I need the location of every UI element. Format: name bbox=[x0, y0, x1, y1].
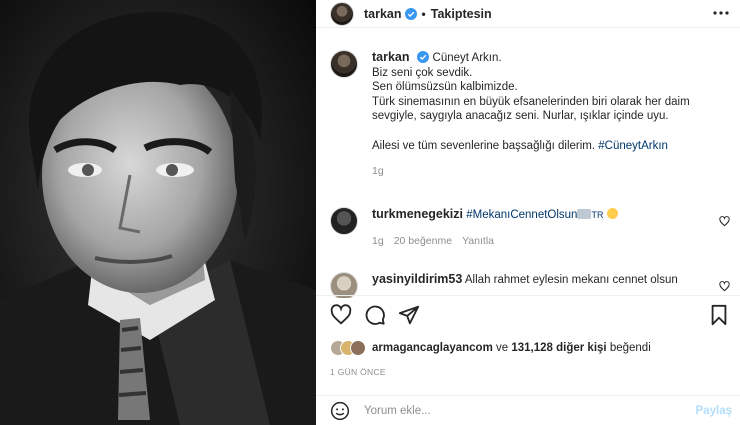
author-username[interactable]: tarkan bbox=[364, 7, 402, 21]
commenter-avatar[interactable] bbox=[330, 207, 358, 235]
likes-connector: ve bbox=[492, 342, 512, 354]
caption-age[interactable]: 1g bbox=[372, 164, 690, 179]
caption-line: sevgiyle, saygıyla anacağız seni. Nurlar… bbox=[372, 110, 669, 123]
follow-status[interactable]: Takiptesin bbox=[431, 7, 492, 21]
post-caption: tarkan Cüneyt Arkın. Biz seni çok sevdik.… bbox=[330, 50, 730, 179]
more-horizontal-icon[interactable] bbox=[712, 7, 730, 19]
likes-text: armagancaglayancom ve 131,128 diğer kişi… bbox=[372, 342, 651, 354]
comment-item: turkmenegekizi #MekanıCennetOlsun TR 1g 2… bbox=[330, 207, 734, 248]
comment-input[interactable] bbox=[364, 404, 664, 417]
liker-avatar bbox=[350, 340, 366, 356]
caption-body: tarkan Cüneyt Arkın. Biz seni çok sevdik.… bbox=[372, 50, 690, 179]
author-avatar[interactable] bbox=[330, 1, 354, 26]
verified-badge-icon bbox=[416, 51, 429, 63]
post-photo[interactable] bbox=[0, 0, 316, 425]
caption-author-username[interactable]: tarkan bbox=[372, 50, 410, 64]
caption-closing-text: Ailesi ve tüm sevenlerine başsağlığı dil… bbox=[372, 139, 596, 152]
caption-line: Cüneyt Arkın. bbox=[432, 52, 502, 64]
caption-line: Biz seni çok sevdik. bbox=[372, 66, 473, 79]
comment-age[interactable]: 1g bbox=[372, 234, 384, 248]
comment-likes[interactable]: 20 beğenme bbox=[394, 234, 452, 248]
reply-button[interactable]: Yanıtla bbox=[462, 234, 494, 248]
commenter-username[interactable]: turkmenegekizi bbox=[372, 207, 463, 221]
comment-body: turkmenegekizi #MekanıCennetOlsun TR 1g 2… bbox=[372, 207, 734, 248]
caption-author-avatar[interactable] bbox=[330, 50, 358, 78]
post-date[interactable]: 1 GÜN ÖNCE bbox=[330, 367, 386, 377]
emoji-smile-icon[interactable] bbox=[330, 401, 350, 421]
add-comment-bar: Paylaş bbox=[316, 395, 740, 425]
caption-hashtag-link[interactable]: #CüneytArkın bbox=[598, 140, 668, 152]
likes-suffix: beğendi bbox=[606, 342, 651, 354]
actions-divider bbox=[316, 295, 740, 296]
comment-like-heart-icon[interactable] bbox=[719, 216, 730, 227]
post-comment-button[interactable]: Paylaş bbox=[696, 405, 732, 417]
caption-line: Sen ölümsüzsün kalbimizde. bbox=[372, 81, 518, 94]
people-emoji-icon bbox=[577, 209, 592, 219]
comment-text: Allah rahmet eylesin mekanı cennet olsun bbox=[464, 274, 678, 286]
comment-like-heart-icon[interactable] bbox=[719, 281, 730, 292]
comment-meta: 1g 20 beğenme Yanıtla bbox=[372, 234, 734, 248]
post-detail-panel: tarkan • Takiptesin tarkan Cüneyt Arkın. … bbox=[316, 0, 740, 425]
share-send-icon[interactable] bbox=[398, 304, 420, 326]
commenter-username[interactable]: yasinyildirim53 bbox=[372, 272, 462, 286]
verified-badge-icon bbox=[404, 7, 417, 20]
like-heart-icon[interactable] bbox=[330, 304, 352, 326]
likes-summary: armagancaglayancom ve 131,128 diğer kişi… bbox=[330, 340, 651, 356]
save-bookmark-icon[interactable] bbox=[708, 304, 730, 326]
comment-hashtag-link[interactable]: #MekanıCennetOlsun bbox=[466, 209, 577, 221]
smiling-face-emoji-icon bbox=[606, 208, 618, 219]
comment-bubble-icon[interactable] bbox=[364, 304, 386, 326]
post-actions bbox=[330, 298, 730, 332]
caption-line: Türk sinemasının en büyük efsanelerinden… bbox=[372, 95, 690, 108]
likes-count[interactable]: 131,128 diğer kişi bbox=[511, 342, 606, 354]
portrait-image bbox=[0, 0, 316, 425]
header-separator: • bbox=[421, 6, 426, 21]
post-header: tarkan • Takiptesin bbox=[316, 0, 740, 28]
liker-username[interactable]: armagancaglayancom bbox=[372, 342, 493, 354]
comment-trail-text: TR bbox=[591, 210, 604, 220]
